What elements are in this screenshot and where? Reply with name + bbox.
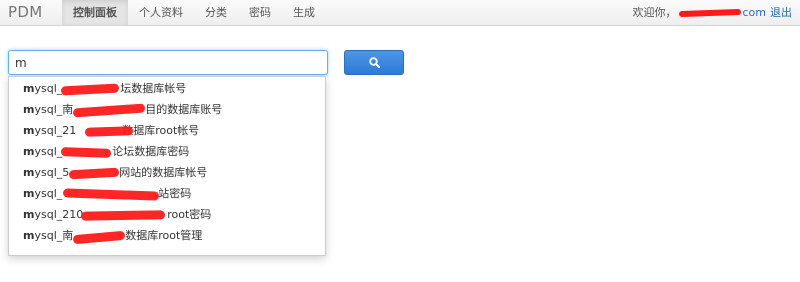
- user-area: 欢迎你， com 退出: [633, 0, 793, 25]
- nav-categories[interactable]: 分类: [194, 0, 238, 25]
- brand-logo[interactable]: PDM: [8, 3, 42, 21]
- nav-generate[interactable]: 生成: [282, 0, 326, 25]
- logout-link[interactable]: 退出: [770, 6, 792, 19]
- email-redaction: [678, 8, 741, 17]
- welcome-text: 欢迎你，: [632, 6, 677, 19]
- main-nav: 控制面板 个人资料 分类 密码 生成: [62, 0, 326, 25]
- search-button[interactable]: [344, 50, 404, 75]
- nav-profile[interactable]: 个人资料: [128, 0, 194, 25]
- top-navbar: PDM 控制面板 个人资料 分类 密码 生成 欢迎你， com 退出: [0, 0, 800, 26]
- nav-passwords[interactable]: 密码: [238, 0, 282, 25]
- nav-dashboard[interactable]: 控制面板: [62, 0, 128, 25]
- user-email[interactable]: com: [677, 0, 767, 25]
- search-input[interactable]: [8, 50, 328, 75]
- autocomplete-dropdown: mysql_ 坛数据库帐号 mysql_南 目的数据库账号 mysql_21 数据库r…: [8, 76, 326, 256]
- redaction-mark: [84, 126, 134, 137]
- search-icon: [369, 57, 380, 68]
- redaction-mark: [80, 210, 166, 221]
- redaction-mark: [60, 147, 112, 158]
- email-suffix: com: [742, 6, 767, 19]
